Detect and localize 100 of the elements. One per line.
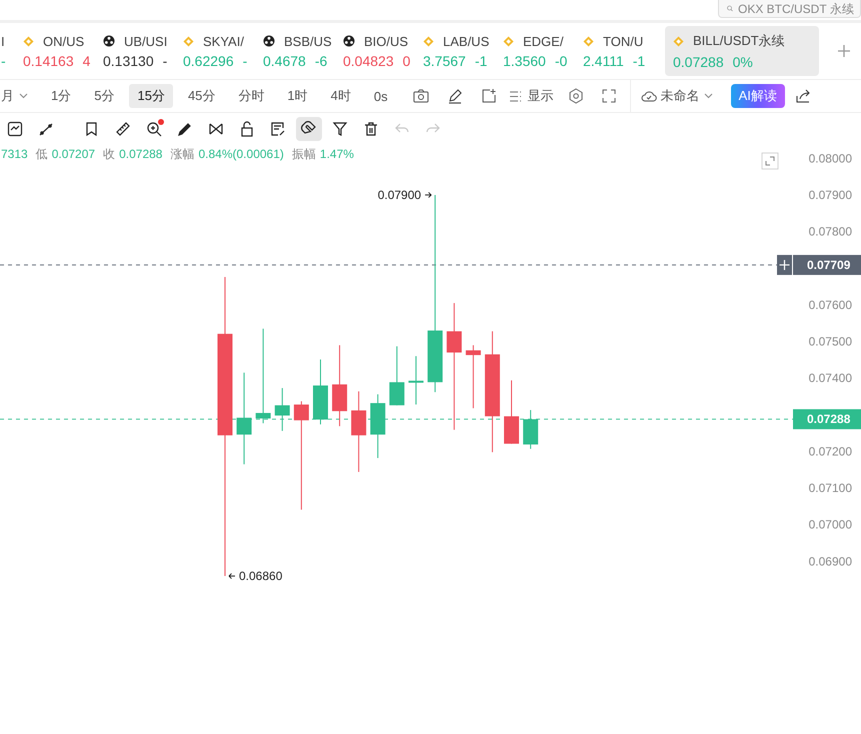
settings-icon[interactable] xyxy=(568,88,584,104)
ticker-symbol: BILL/USDT永续 xyxy=(693,32,785,50)
interval-tab[interactable]: 1时 xyxy=(279,84,316,108)
ticker-price: 0.62296 xyxy=(183,52,234,68)
axis-label: 0.06900 xyxy=(808,554,852,568)
stat-value: 0.84%(0.00061) xyxy=(198,147,284,161)
coin-diamond-icon xyxy=(183,36,194,46)
camera-icon[interactable] xyxy=(412,89,429,103)
ticker-tab[interactable]: EDGE/ 1.3560 -0 xyxy=(503,30,583,72)
ticker-symbol: EDGE/ xyxy=(523,34,564,48)
ticker-symbol: LAB/US xyxy=(443,34,490,48)
interval-tab[interactable]: 15分 xyxy=(129,84,173,108)
coin-diamond-icon xyxy=(583,36,594,46)
ticker-tab[interactable]: TON/U 2.4111 -1 xyxy=(583,30,663,72)
filter-icon xyxy=(332,121,348,137)
candlestick xyxy=(504,380,519,444)
price-tag xyxy=(793,409,861,430)
ticker-symbol: I xyxy=(1,34,5,48)
axis-label: 0.07600 xyxy=(808,298,852,312)
ai-button[interactable]: AI解读 xyxy=(730,84,785,108)
note-icon xyxy=(270,121,286,137)
ticker-tab[interactable]: UB/USI 0.13130 - xyxy=(103,30,183,72)
add-icon[interactable] xyxy=(837,44,851,58)
ticker-change: -1 xyxy=(632,52,646,68)
zoom-icon xyxy=(146,121,162,137)
stat-label: 振幅 xyxy=(292,146,316,162)
ticker-change: -1 xyxy=(474,52,488,68)
expand-icon[interactable] xyxy=(762,152,778,170)
coin-ball-icon xyxy=(263,35,275,47)
stat-label: 收 xyxy=(103,146,116,162)
list-icon xyxy=(508,90,522,102)
arrow-icon xyxy=(228,573,236,579)
candlestick xyxy=(274,388,290,432)
price-tag xyxy=(793,254,861,275)
high-price-label: 0.07900 xyxy=(378,188,422,202)
coin-diamond-icon xyxy=(503,36,514,46)
ticker-change: - xyxy=(242,52,248,68)
interval-tab[interactable]: 0s xyxy=(366,86,396,106)
fullscreen-icon[interactable] xyxy=(602,89,616,103)
coin-diamond-icon xyxy=(423,36,434,46)
ticker-price: 0.4678 xyxy=(263,52,306,68)
axis-label: 0.07800 xyxy=(808,224,852,239)
ticker-change: 0 xyxy=(402,52,410,68)
axis-label: 0.07000 xyxy=(808,518,852,532)
stat-value: 1.47% xyxy=(320,147,354,161)
ticker-price: 2.4111 xyxy=(583,52,624,68)
ticker-symbol: ON/US xyxy=(43,34,84,48)
ticker-tab[interactable]: BIO/US 0.04823 0 xyxy=(343,30,423,72)
ticker-price: 0.13130 xyxy=(103,52,154,68)
ticker-price: 0.04823 xyxy=(343,52,394,68)
add-window-icon[interactable] xyxy=(480,88,497,104)
coin-diamond-icon xyxy=(673,36,684,46)
ticker-change: - xyxy=(162,52,168,68)
share-icon[interactable] xyxy=(794,88,811,104)
ticker-symbol: BIO/US xyxy=(364,34,408,48)
interval-tab[interactable]: 1分 xyxy=(43,84,80,108)
display-button[interactable]: 显示 xyxy=(504,87,558,105)
ticker-tab[interactable]: BSB/US 0.4678 -6 xyxy=(263,30,343,72)
candlestick xyxy=(523,410,538,450)
interval-tab[interactable]: 45分 xyxy=(180,84,224,108)
axis-label: 0.07500 xyxy=(808,334,852,349)
axis-label: 0.07200 xyxy=(808,444,852,458)
interval-tab[interactable]: 5分 xyxy=(86,84,122,108)
coin-diamond-icon xyxy=(23,36,34,46)
interval-tab[interactable]: 分时 xyxy=(230,84,272,108)
cloud-check-icon xyxy=(640,90,657,102)
candlestick xyxy=(408,356,424,406)
ticker-price: 1.3560 xyxy=(503,52,546,68)
stat-label: 低 xyxy=(36,146,48,162)
candlestick xyxy=(466,344,481,409)
ticker-tab[interactable]: SKYAI/ 0.62296 - xyxy=(183,30,263,72)
ticker-tab[interactable]: I - xyxy=(0,30,23,72)
arrow-icon xyxy=(424,192,432,198)
ticker-symbol: UB/USI xyxy=(124,34,168,48)
ticker-price: 0.07288 xyxy=(673,54,724,70)
price-tag-label: 0.07288 xyxy=(807,412,850,426)
pencil-icon[interactable] xyxy=(446,88,463,104)
candlestick xyxy=(370,394,386,459)
pattern-icon xyxy=(208,121,224,137)
interval-tab[interactable]: 月 xyxy=(0,84,36,108)
ticker-symbol: SKYAI/ xyxy=(203,34,244,48)
search-field[interactable]: OKX BTC/USDT 永续 xyxy=(718,0,861,18)
axis-label: 0.07400 xyxy=(808,371,852,386)
low-price-label: 0.06860 xyxy=(239,569,282,584)
interval-tab[interactable]: 4时 xyxy=(322,84,359,108)
add-line-button[interactable] xyxy=(777,254,792,275)
ticker-change: 0% xyxy=(732,54,753,70)
ticker-price: 3.7567 xyxy=(423,52,466,68)
layout-dropdown[interactable]: 未命名 xyxy=(636,87,717,105)
ticker-price: 0.14163 xyxy=(23,52,74,68)
coin-ball-icon xyxy=(343,35,355,47)
ticker-tab[interactable]: LAB/US 3.7567 -1 xyxy=(423,30,503,72)
pen-icon xyxy=(177,121,193,137)
ruler-icon xyxy=(115,121,131,137)
magnet-tool[interactable] xyxy=(296,117,322,141)
stat-value: 0.07207 xyxy=(52,147,96,161)
ticker-tab[interactable]: BILL/USDT永续 0.07288 0% xyxy=(665,26,819,76)
ticker-tab[interactable]: ON/US 0.14163 4 xyxy=(23,30,103,72)
coin-ball-icon xyxy=(103,35,115,47)
ticker-symbol: TON/U xyxy=(603,34,644,48)
